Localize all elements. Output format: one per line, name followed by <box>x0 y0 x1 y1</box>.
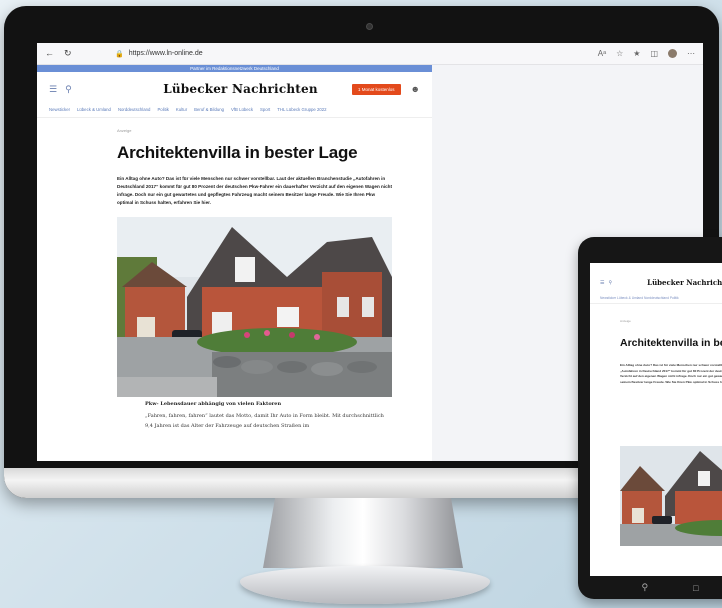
lock-icon[interactable]: 🔒 <box>115 50 124 58</box>
reload-icon[interactable]: ↻ <box>64 48 72 59</box>
tablet-menu-icon[interactable]: ☰ <box>600 280 604 286</box>
nav-item[interactable]: Beruf & Bildung <box>194 107 224 112</box>
photo-caption: Pkw- Lebensdauer abhängig von vielen Fak… <box>145 401 282 407</box>
category-nav: Newsticker Lübeck & Umland Norddeutschla… <box>37 102 432 118</box>
tablet-screen: ☰ ⚲ Lübecker Nachrichten Newsticker Lübe… <box>590 263 722 576</box>
subscribe-button[interactable]: 1 Monat kostenlos <box>351 83 401 95</box>
tablet-search-button-icon[interactable]: ⚲ <box>641 582 648 593</box>
nav-item[interactable]: Kultur <box>176 107 187 112</box>
tablet-house-photo <box>620 446 722 546</box>
browser-toolbar: ← ↻ 🔒 https://www.ln-online.de Aᵃ ☆ ★ ◫ … <box>37 43 703 65</box>
article-lead: Ein Alltag ohne Auto? Das ist für viele … <box>117 176 393 205</box>
nav-item[interactable]: Sport <box>260 107 270 112</box>
favorite-icon[interactable]: ☆ <box>616 49 623 58</box>
tablet-site-logo[interactable]: Lübecker Nachrichten <box>647 278 722 287</box>
promo-banner[interactable]: Partner im Redaktionsnetzwerk Deutschlan… <box>37 65 432 72</box>
site-header: ☰ ⚲ Lübecker Nachrichten 1 Monat kostenl… <box>37 72 432 102</box>
url-text[interactable]: https://www.ln-online.de <box>129 50 203 57</box>
nav-item[interactable]: Norddeutschland <box>118 107 151 112</box>
tablet-category-nav[interactable]: Newsticker Lübeck & Umland Norddeutschla… <box>590 293 722 304</box>
favorites-bar-icon[interactable]: ★ <box>633 49 640 58</box>
nav-item[interactable]: VfB Lübeck <box>231 107 253 112</box>
article-kicker: Anzeige <box>117 128 132 133</box>
nav-item[interactable]: Politik <box>157 107 168 112</box>
monitor-stand <box>263 498 463 568</box>
menu-icon[interactable]: ☰ <box>49 84 57 95</box>
nav-item[interactable]: Newsticker <box>49 107 70 112</box>
tablet-site-header: ☰ ⚲ Lübecker Nachrichten <box>590 263 722 293</box>
more-menu-icon[interactable]: ⋯ <box>687 49 695 58</box>
tablet-device: ☰ ⚲ Lübecker Nachrichten Newsticker Lübe… <box>578 237 722 599</box>
header-icons: ☰ ⚲ <box>49 84 129 95</box>
browser-tools: Aᵃ ☆ ★ ◫ ⋯ <box>598 49 695 58</box>
tablet-home-icon[interactable]: □ <box>693 583 698 593</box>
tablet-article-headline: Architektenvilla in bester Lage <box>620 337 722 349</box>
profile-avatar[interactable] <box>668 49 677 58</box>
web-page: Partner im Redaktionsnetzwerk Deutschlan… <box>37 65 432 461</box>
address-bar[interactable]: 🔒 https://www.ln-online.de <box>115 50 598 58</box>
article: Anzeige Architektenvilla in bester Lage … <box>37 128 432 431</box>
site-logo[interactable]: Lübecker Nachrichten <box>129 82 352 96</box>
monitor-base <box>240 566 490 604</box>
search-icon[interactable]: ⚲ <box>65 84 72 95</box>
back-icon[interactable]: ← <box>45 48 54 59</box>
webcam-icon <box>366 23 373 30</box>
tablet-search-icon[interactable]: ⚲ <box>608 280 612 286</box>
nav-item[interactable]: Lübeck & Umland <box>77 107 111 112</box>
tablet-article-kicker: Anzeige <box>620 319 631 323</box>
article-house-photo <box>117 217 392 397</box>
collections-icon[interactable]: ◫ <box>650 49 658 58</box>
user-icon[interactable]: ☻ <box>411 84 420 94</box>
tablet-article-lead: Ein Alltag ohne Auto? Das ist für viele … <box>620 363 722 384</box>
nav-item[interactable]: THL Lübeck Gruppe 2022 <box>277 107 326 112</box>
read-aloud-icon[interactable]: Aᵃ <box>598 49 606 58</box>
browser-nav: ← ↻ <box>45 48 115 59</box>
tablet-nav-bar: ⚲ □ <box>590 576 722 599</box>
article-body: „Fahren, fahren, fahren“ lautet das Mott… <box>145 413 384 429</box>
article-headline: Architektenvilla in bester Lage <box>117 143 358 162</box>
